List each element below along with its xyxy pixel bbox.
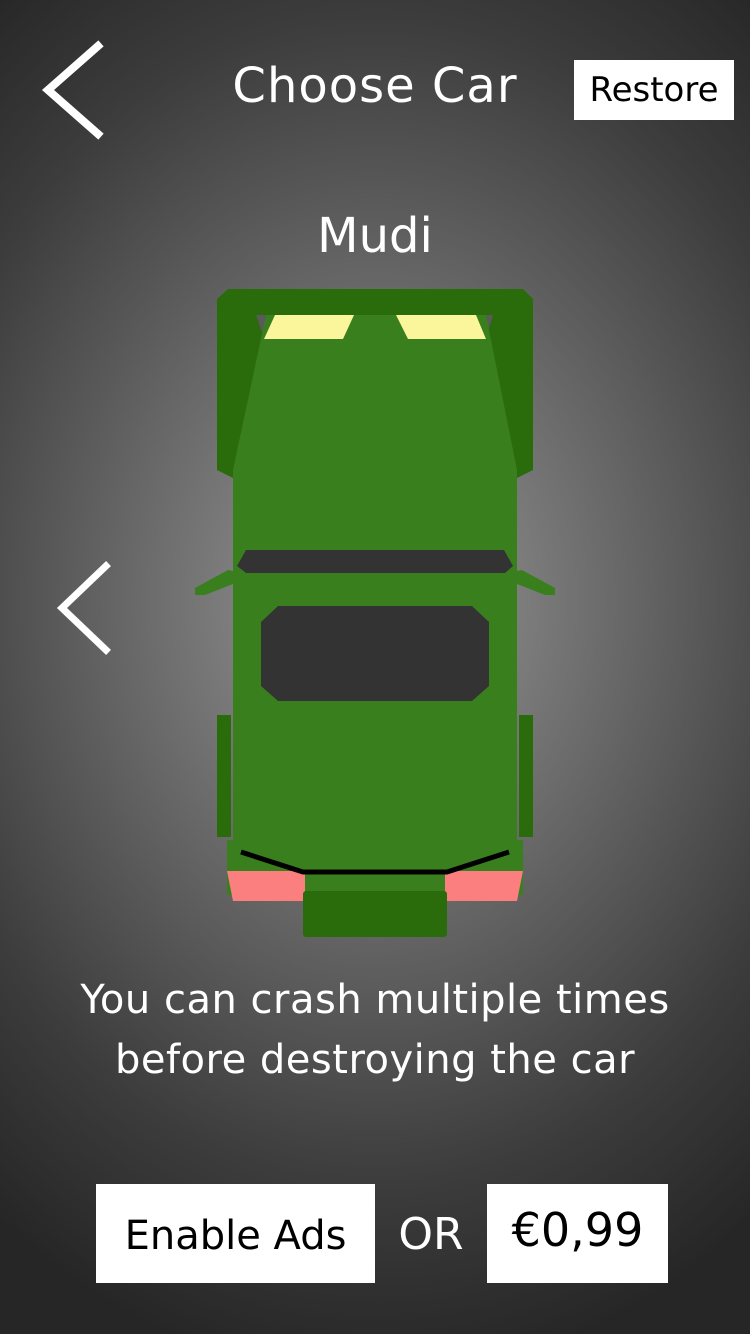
restore-button[interactable]: Restore — [574, 60, 734, 120]
rear-fender-left — [217, 715, 231, 837]
sunroof — [261, 606, 489, 701]
buy-button[interactable]: €0,99 — [487, 1184, 668, 1283]
rear-bumper — [303, 891, 447, 937]
description-line-1: You can crash multiple times — [80, 977, 670, 1023]
description-line-2: before destroying the car — [114, 1037, 636, 1083]
car-name: Mudi — [317, 208, 433, 264]
car-description: You can crash multiple times before dest… — [0, 970, 750, 1090]
mirror-left — [195, 570, 238, 595]
rear-fender-right — [519, 715, 533, 837]
taillight-right — [445, 871, 523, 901]
or-label: OR — [398, 1209, 464, 1260]
enable-ads-button[interactable]: Enable Ads — [96, 1184, 375, 1283]
headlight-left — [264, 315, 354, 339]
headlight-right — [396, 315, 486, 339]
chevron-left-icon — [56, 561, 111, 655]
taillight-left — [227, 871, 305, 901]
car-illustration — [195, 289, 555, 937]
previous-car-button[interactable] — [50, 558, 120, 658]
front-window — [237, 550, 513, 573]
mirror-right — [512, 570, 555, 595]
